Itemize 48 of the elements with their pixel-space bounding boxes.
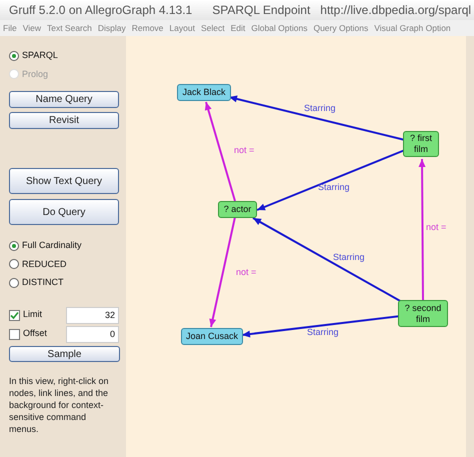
edge-label: not = xyxy=(426,221,446,234)
variable-node[interactable]: ? first film xyxy=(403,131,439,157)
action-button[interactable]: Revisit xyxy=(9,112,119,129)
sample-button[interactable]: Sample xyxy=(9,346,120,362)
menu-item[interactable]: Display xyxy=(98,22,126,34)
relation-arrow[interactable] xyxy=(252,217,402,303)
resource-node[interactable]: Jack Black xyxy=(177,84,231,101)
relation-arrow[interactable] xyxy=(256,149,406,211)
checkbox[interactable] xyxy=(9,310,20,320)
window-subtitle: SPARQL Endpoint xyxy=(212,2,310,19)
radio-button[interactable] xyxy=(9,278,19,288)
number-field[interactable]: 32 xyxy=(66,306,119,324)
radio-button[interactable] xyxy=(9,240,19,251)
radio-label: DISTINCT xyxy=(22,276,64,289)
menu-item[interactable]: File xyxy=(3,22,17,34)
help-text: In this view, right-click on nodes, link lines, and the background for context-sensitive command menus. xyxy=(9,374,110,434)
query-button[interactable]: Do Query xyxy=(9,199,119,225)
variable-node[interactable]: ? second film xyxy=(398,300,448,327)
endpoint-url: http://live.dbpedia.org/sparql xyxy=(320,2,472,19)
inequality-arrow[interactable] xyxy=(209,216,236,328)
variable-node[interactable]: ? actor xyxy=(218,201,257,218)
edge-label: Starring xyxy=(333,251,365,264)
edge-label: Starring xyxy=(304,102,336,115)
resource-node[interactable]: Joan Cusack xyxy=(181,328,243,345)
menu-item[interactable]: View xyxy=(22,22,41,34)
relation-arrow[interactable] xyxy=(228,96,406,141)
number-field[interactable]: 0 xyxy=(66,326,119,342)
radio-label: REDUCED xyxy=(22,258,67,270)
checkbox-label: Offset xyxy=(23,327,48,340)
action-button[interactable]: Name Query xyxy=(9,91,119,108)
query-button[interactable]: Show Text Query xyxy=(9,168,119,194)
edge-label: Starring xyxy=(318,181,350,194)
checkbox-label: Limit xyxy=(23,308,44,322)
radio-button[interactable] xyxy=(9,50,19,61)
menu-item[interactable]: Text Search xyxy=(46,22,92,34)
window-title: Gruff 5.2.0 on AllegroGraph 4.13.1 xyxy=(9,2,192,19)
radio-button[interactable] xyxy=(9,259,19,270)
radio-label: Full Cardinality xyxy=(22,239,82,252)
inequality-arrow[interactable] xyxy=(204,102,236,202)
menu-item[interactable]: Query Options xyxy=(313,22,368,34)
menu-item[interactable]: Edit xyxy=(230,22,246,34)
checkbox[interactable] xyxy=(9,328,20,340)
inequality-arrow[interactable] xyxy=(418,159,426,300)
edge-label: Starring xyxy=(307,326,339,339)
radio-label: Prolog xyxy=(22,68,48,81)
radio-label: SPARQL xyxy=(22,49,58,62)
edge-label: not = xyxy=(236,266,256,279)
edge-label: not = xyxy=(234,144,254,157)
